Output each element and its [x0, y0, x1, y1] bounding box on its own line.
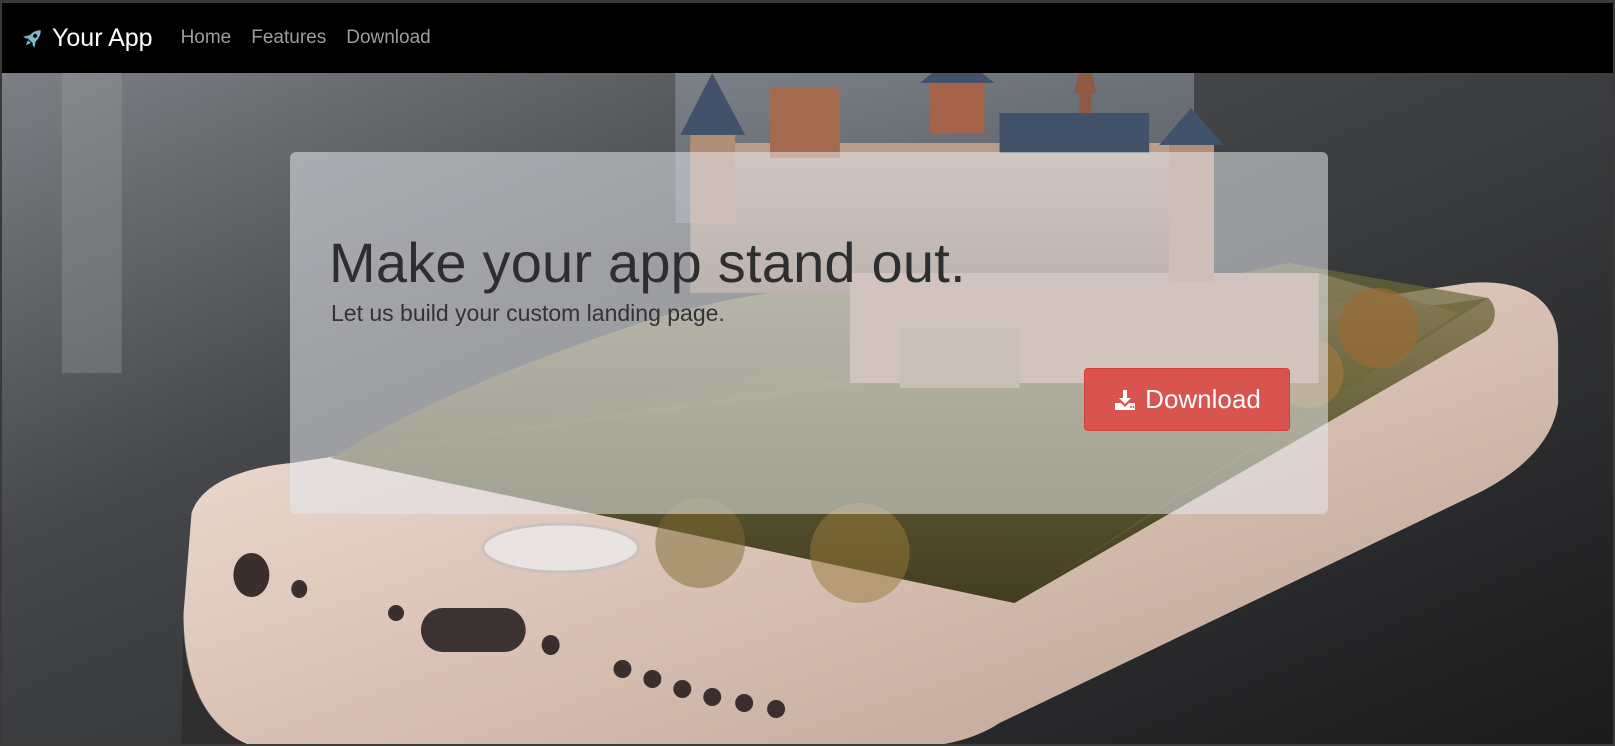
nav-link-home[interactable]: Home — [181, 27, 232, 49]
nav-link-features[interactable]: Features — [251, 27, 326, 49]
download-button-label: Download — [1145, 384, 1261, 414]
hero-section: Make your app stand out. Let us build yo… — [2, 73, 1613, 744]
download-button[interactable]: Download — [1084, 368, 1290, 431]
hero-jumbotron: Make your app stand out. Let us build yo… — [290, 152, 1328, 514]
nav-link-download[interactable]: Download — [346, 27, 431, 49]
browser-viewport: Your App Home Features Download Make you… — [0, 0, 1615, 746]
top-navbar: Your App Home Features Download — [2, 3, 1613, 73]
download-icon — [1113, 388, 1137, 412]
nav-links: Home Features Download — [181, 27, 431, 49]
brand-label: Your App — [52, 23, 153, 52]
hero-title: Make your app stand out. — [329, 231, 966, 294]
rocket-icon — [20, 25, 46, 51]
brand-link[interactable]: Your App — [20, 24, 153, 53]
hero-subtitle: Let us build your custom landing page. — [331, 300, 725, 326]
